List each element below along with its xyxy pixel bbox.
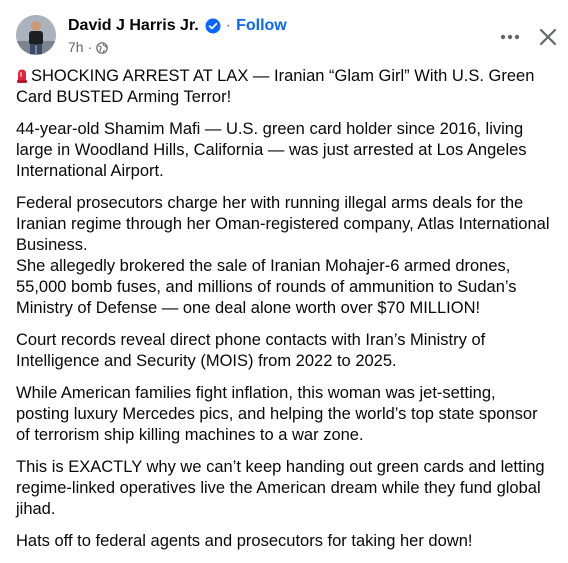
post-header: David J Harris Jr. · Follow 7h · bbox=[0, 0, 568, 62]
globe-icon[interactable] bbox=[96, 41, 108, 54]
post-headline: SHOCKING ARREST AT LAX — Iranian “Glam G… bbox=[16, 66, 552, 108]
separator-dot: · bbox=[225, 17, 232, 34]
post-timestamp[interactable]: 7h · bbox=[68, 39, 92, 55]
close-icon[interactable] bbox=[534, 23, 562, 51]
post-content: SHOCKING ARREST AT LAX — Iranian “Glam G… bbox=[16, 66, 552, 563]
post-meta: 7h · bbox=[68, 38, 108, 56]
post-headline-text: SHOCKING ARREST AT LAX — Iranian “Glam G… bbox=[16, 67, 535, 106]
avatar[interactable] bbox=[16, 15, 56, 55]
more-options-icon[interactable] bbox=[496, 23, 524, 51]
follow-button[interactable]: Follow bbox=[236, 17, 287, 35]
post-paragraph: This is EXACTLY why we can’t keep handin… bbox=[16, 458, 545, 518]
facebook-post: David J Harris Jr. · Follow 7h · SHOCKIN… bbox=[0, 0, 568, 557]
post-paragraph: Hats off to federal agents and prosecuto… bbox=[16, 532, 473, 550]
siren-emoji-icon bbox=[16, 68, 28, 83]
post-paragraph: 44-year-old Shamim Mafi — U.S. green car… bbox=[16, 120, 527, 180]
post-paragraph: While American families fight inflation,… bbox=[16, 384, 538, 444]
author-name[interactable]: David J Harris Jr. bbox=[68, 17, 199, 35]
verified-badge-icon bbox=[205, 18, 221, 34]
post-paragraph: Federal prosecutors charge her with runn… bbox=[16, 194, 550, 317]
post-paragraph: Court records reveal direct phone contac… bbox=[16, 331, 486, 370]
